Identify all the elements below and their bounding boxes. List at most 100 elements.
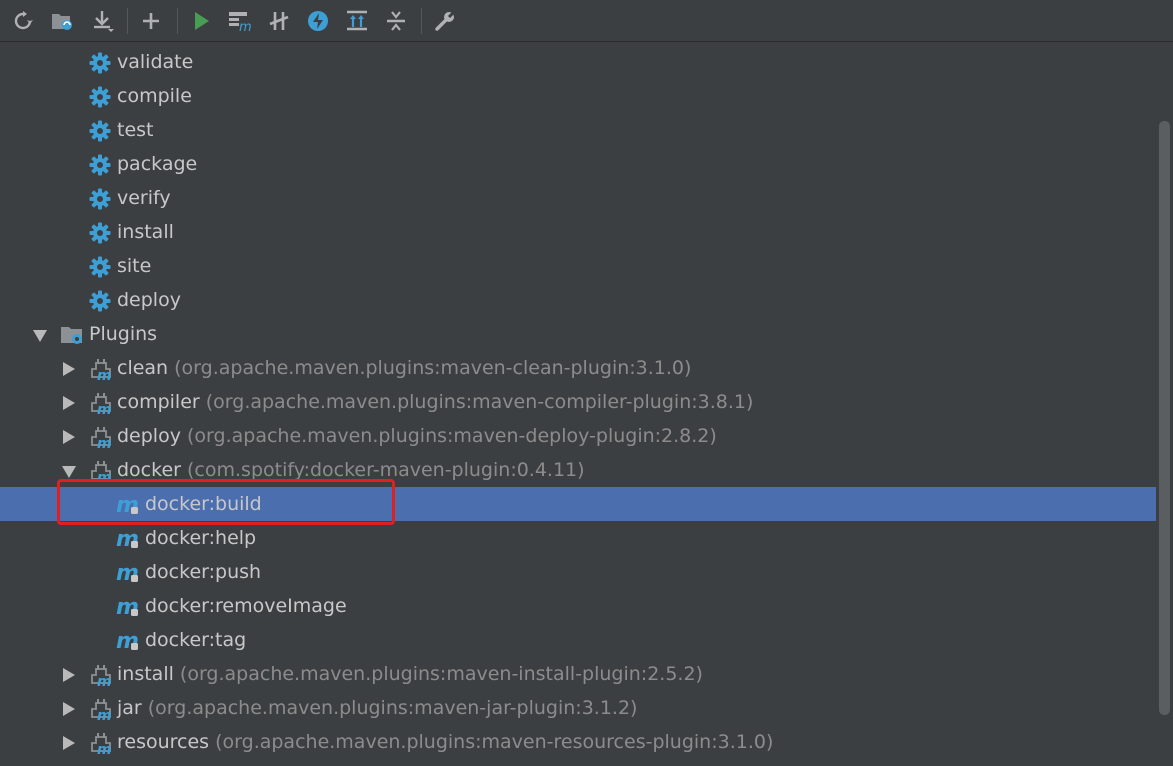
plugin-install[interactable]: m install (org.apache.maven.plugins:maven… (0, 657, 1156, 691)
plugin-compiler[interactable]: m compiler (org.apache.maven.plugins:mave… (0, 385, 1156, 419)
tree-item-label: docker (117, 459, 181, 481)
tree-item-label: install (117, 663, 174, 685)
gear-icon (89, 119, 111, 142)
svg-text:m: m (97, 470, 112, 483)
lifecycle-item-deploy[interactable]: deploy (0, 283, 1156, 317)
tree-item-label: verify (117, 187, 171, 209)
plugin-coordinates: (com.spotify:docker-maven-plugin:0.4.11) (180, 459, 585, 481)
lifecycle-item-verify[interactable]: verify (0, 181, 1156, 215)
reimport-icon[interactable] (9, 7, 37, 35)
maven-plugin-icon: m (89, 391, 112, 418)
tree-item-label: docker:tag (145, 629, 247, 651)
tree-item-label: compiler (117, 391, 200, 413)
lifecycle-item-test[interactable]: test (0, 113, 1156, 147)
plugin-coordinates: (org.apache.maven.plugins:maven-clean-pl… (168, 357, 692, 379)
maven-plugin-icon: m (89, 663, 112, 690)
goal-docker-help[interactable]: m docker:help (0, 521, 1156, 555)
goal-docker-build[interactable]: m docker:build (0, 487, 1156, 521)
execute-maven-goal-icon[interactable]: m (226, 7, 254, 35)
maven-goal-icon: m (116, 527, 139, 552)
expand-arrow-right-icon[interactable] (63, 736, 75, 750)
plugin-resources[interactable]: m resources (org.apache.maven.plugins:mav… (0, 725, 1156, 759)
plugin-coordinates: (org.apache.maven.plugins:maven-compiler… (199, 391, 754, 413)
expand-arrow-right-icon[interactable] (63, 396, 75, 410)
plugin-coordinates: (org.apache.maven.plugins:maven-deploy-p… (180, 425, 717, 447)
gear-icon (89, 85, 111, 108)
svg-text:m: m (97, 708, 112, 721)
maven-plugin-icon: m (89, 697, 112, 724)
maven-goal-icon: m (116, 561, 139, 586)
maven-plugin-icon: m (89, 731, 112, 758)
maven-projects-tree: validate compile test package verify install s… (0, 43, 1156, 765)
scrollbar-thumb[interactable] (1159, 121, 1170, 715)
plugins-folder[interactable]: Plugins (0, 317, 1156, 351)
tree-item-label: deploy (117, 289, 181, 311)
expand-arrow-right-icon[interactable] (63, 668, 75, 682)
tree-item-label: validate (117, 51, 194, 73)
maven-goal-icon: m (116, 493, 139, 518)
maven-plugin-icon: m (89, 357, 112, 384)
tree-item-label: install (117, 221, 174, 243)
plugin-deploy[interactable]: m deploy (org.apache.maven.plugins:maven-… (0, 419, 1156, 453)
plugin-coordinates: (org.apache.maven.plugins:maven-jar-plug… (141, 697, 638, 719)
maven-plugin-icon: m (89, 459, 112, 486)
goal-docker-removeImage[interactable]: m docker:removeImage (0, 589, 1156, 623)
tree-item-label: site (117, 255, 152, 277)
toggle-offline-icon[interactable] (265, 7, 293, 35)
svg-text:m: m (239, 20, 252, 33)
maven-goal-icon: m (116, 629, 139, 654)
tree-item-label: test (117, 119, 154, 141)
svg-text:m: m (97, 742, 112, 755)
vertical-scrollbar[interactable] (1156, 43, 1173, 765)
maven-plugin-icon: m (89, 425, 112, 452)
gear-icon (89, 187, 111, 210)
plugin-jar[interactable]: m jar (org.apache.maven.plugins:maven-jar… (0, 691, 1156, 725)
tree-item-label: package (117, 153, 198, 175)
plugins-folder-icon (60, 323, 82, 345)
add-icon[interactable] (137, 7, 165, 35)
tree-item-label: clean (117, 357, 169, 379)
svg-text:m: m (97, 674, 112, 687)
show-dependencies-icon[interactable] (343, 7, 371, 35)
lifecycle-item-site[interactable]: site (0, 249, 1156, 283)
gear-icon (89, 289, 111, 312)
skip-tests-icon[interactable] (304, 7, 332, 35)
tree-item-label: resources (117, 731, 210, 753)
expand-arrow-down-icon[interactable] (33, 330, 47, 342)
gear-icon (89, 153, 111, 176)
tree-item-label: docker:build (145, 493, 262, 515)
lifecycle-item-install[interactable]: install (0, 215, 1156, 249)
settings-wrench-icon[interactable] (431, 7, 459, 35)
gear-icon (89, 255, 111, 278)
tree-item-label: docker:push (145, 561, 262, 583)
plugin-docker[interactable]: m docker (com.spotify:docker-maven-plugin… (0, 453, 1156, 487)
expand-arrow-right-icon[interactable] (63, 362, 75, 376)
lifecycle-item-compile[interactable]: compile (0, 79, 1156, 113)
tree-item-label: docker:help (145, 527, 257, 549)
run-icon[interactable] (187, 7, 215, 35)
lifecycle-item-validate[interactable]: validate (0, 45, 1156, 79)
tree-item-label: compile (117, 85, 192, 107)
svg-text:m: m (97, 402, 112, 415)
lifecycle-item-package[interactable]: package (0, 147, 1156, 181)
expand-arrow-down-icon[interactable] (62, 466, 76, 478)
gear-icon (89, 51, 111, 74)
plugin-coordinates: (org.apache.maven.plugins:maven-install-… (173, 663, 703, 685)
collapse-all-icon[interactable] (382, 7, 410, 35)
add-maven-projects-icon[interactable] (48, 7, 76, 35)
plugin-coordinates: (org.apache.maven.plugins:maven-resource… (209, 731, 774, 753)
gear-icon (89, 221, 111, 244)
svg-text:m: m (97, 436, 112, 449)
expand-arrow-right-icon[interactable] (63, 702, 75, 716)
goal-docker-push[interactable]: m docker:push (0, 555, 1156, 589)
download-sources-icon[interactable] (89, 7, 117, 35)
plugin-clean[interactable]: m clean (org.apache.maven.plugins:maven-c… (0, 351, 1156, 385)
expand-arrow-right-icon[interactable] (63, 430, 75, 444)
svg-text:m: m (97, 368, 112, 381)
goal-docker-tag[interactable]: m docker:tag (0, 623, 1156, 657)
maven-toolbar: m (0, 0, 1173, 42)
tree-item-label: Plugins (89, 323, 158, 345)
tree-item-label: deploy (117, 425, 181, 447)
maven-goal-icon: m (116, 595, 139, 620)
tree-item-label: jar (117, 697, 142, 719)
